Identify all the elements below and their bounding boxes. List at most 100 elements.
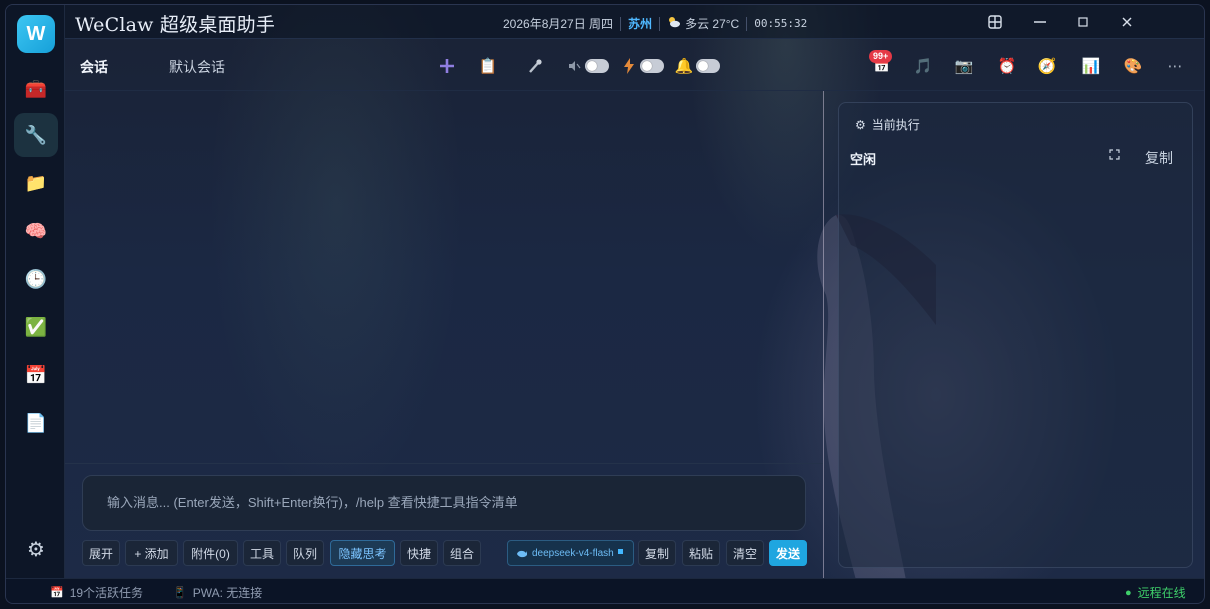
document-icon: 📄: [24, 412, 48, 433]
microphone-button[interactable]: [524, 55, 546, 77]
city-selector[interactable]: 苏州: [628, 15, 652, 32]
sidebar-item-files[interactable]: 📁: [14, 161, 58, 205]
notification-button[interactable]: 🔔: [673, 55, 695, 77]
sound-toggle[interactable]: [585, 59, 609, 73]
alarm-clock-icon: ⏰: [997, 58, 1017, 75]
toolbox-icon: 🧰: [24, 78, 48, 99]
execution-status: 空闲: [850, 152, 877, 167]
quick-mode-toggle[interactable]: [640, 59, 664, 73]
fullscreen-button[interactable]: [1109, 149, 1120, 163]
sidebar-item-documents[interactable]: 📄: [14, 401, 58, 445]
fullscreen-icon: [1109, 149, 1120, 160]
whale-icon: [517, 550, 527, 557]
minimize-icon: [1034, 21, 1046, 23]
compass-button[interactable]: 🧭: [1036, 55, 1058, 77]
shortcuts-button[interactable]: 快捷: [400, 540, 438, 566]
stats-button[interactable]: 📊: [1080, 55, 1102, 77]
chat-messages-area[interactable]: [65, 91, 823, 463]
quick-mode-button[interactable]: [618, 55, 640, 77]
camera-button[interactable]: 📷: [953, 55, 975, 77]
more-button[interactable]: ⋯: [1164, 55, 1186, 77]
sidebar-item-tasks[interactable]: ✅: [14, 305, 58, 349]
layout-icon: [988, 15, 1002, 29]
maximize-icon: [1078, 17, 1088, 27]
clipboard-icon: 📋: [478, 58, 498, 75]
queue-button[interactable]: 队列: [286, 540, 324, 566]
sidebar-item-calendar[interactable]: 📅: [14, 353, 58, 397]
more-icon: ⋯: [1167, 58, 1183, 75]
bar-chart-icon: 📊: [1081, 58, 1101, 75]
plus-icon: [440, 59, 454, 73]
expand-button[interactable]: 展开: [82, 540, 120, 566]
folder-icon: 📁: [24, 172, 48, 193]
tools-button[interactable]: 工具: [243, 540, 281, 566]
new-chat-button[interactable]: [436, 55, 458, 77]
clock-text: 00:55:32: [754, 17, 808, 30]
attachments-button[interactable]: 附件(0): [183, 540, 238, 566]
app-title: WeClaw 超级桌面助手: [75, 14, 276, 36]
hide-thinking-button[interactable]: 隐藏思考: [330, 540, 395, 566]
wrench-icon: 🔧: [24, 124, 48, 145]
close-icon: [1122, 17, 1132, 27]
camera-icon: 📷: [954, 58, 974, 75]
theme-button[interactable]: 🎨: [1122, 55, 1144, 77]
speaker-mute-icon: [569, 61, 581, 71]
composer: 输入消息... (Enter发送，Shift+Enter换行)，/help 查看…: [65, 463, 823, 580]
calendar-icon: 📅: [50, 587, 64, 599]
clipboard-button[interactable]: 📋: [477, 55, 499, 77]
brain-icon: 🧠: [24, 220, 48, 241]
message-input[interactable]: 输入消息... (Enter发送，Shift+Enter换行)，/help 查看…: [82, 475, 806, 531]
weather-text: 多云 27°C: [685, 17, 740, 31]
copy-button[interactable]: 复制: [638, 540, 676, 566]
date-text: 2026年8月27日 周四: [503, 17, 614, 31]
paste-button[interactable]: 粘贴: [682, 540, 720, 566]
send-button[interactable]: 发送: [769, 540, 807, 566]
app-logo[interactable]: W: [17, 15, 55, 53]
pwa-status[interactable]: 📱 PWA: 无连接: [173, 584, 262, 601]
header-status: 2026年8月27日 周四 苏州 多云 27°C 00:55:32: [503, 15, 807, 32]
sidebar-item-settings[interactable]: ⚙: [14, 527, 58, 571]
pwa-status-text: PWA: 无连接: [192, 586, 263, 600]
tab-conversation[interactable]: 会话: [80, 57, 108, 77]
sidebar-item-memory[interactable]: 🧠: [14, 209, 58, 253]
maximize-button[interactable]: [1071, 11, 1095, 33]
sidebar-item-tools[interactable]: 🔧: [14, 113, 58, 157]
panel-copy-button[interactable]: 复制: [1145, 148, 1173, 168]
palette-icon: 🎨: [1123, 58, 1143, 75]
notification-badge: 99+: [869, 50, 893, 63]
active-tasks-text: 19个活跃任务: [69, 586, 144, 600]
sidebar-item-history[interactable]: 🕒: [14, 257, 58, 301]
gear-icon: ⚙: [27, 538, 45, 561]
online-dot-icon: ●: [1125, 586, 1132, 599]
close-button[interactable]: [1115, 11, 1139, 33]
model-selector[interactable]: deepseek-v4-flash: [507, 540, 634, 566]
layout-button[interactable]: [983, 11, 1007, 33]
panel-header: ⚙ 当前执行: [855, 116, 920, 133]
separator: [620, 16, 622, 31]
music-button[interactable]: 🎵: [912, 55, 934, 77]
minimize-button[interactable]: [1028, 11, 1052, 33]
left-sidebar: W 🧰 🔧 📁 🧠 🕒 ✅ 📅 📄 ⚙: [6, 5, 65, 580]
panel-divider[interactable]: [823, 91, 824, 580]
active-tasks-status[interactable]: 📅 19个活跃任务: [50, 584, 143, 601]
panel-title: 当前执行: [871, 118, 920, 132]
sidebar-item-toolbox[interactable]: 🧰: [14, 67, 58, 111]
add-button[interactable]: + 添加: [125, 540, 178, 566]
phone-icon: 📱: [173, 587, 187, 599]
current-execution-panel: ⚙ 当前执行 空闲 复制: [838, 102, 1193, 568]
calendar-icon: 📅: [24, 364, 48, 385]
top-nav: 会话 默认会话 📋 🔔 📅 99+ 🎵 📷 ⏰ 🧭 📊 🎨 ⋯: [65, 39, 1204, 91]
model-name: deepseek-v4-flash: [532, 547, 614, 559]
microphone-icon: [529, 59, 542, 73]
remote-status[interactable]: ● 远程在线: [1125, 584, 1186, 601]
app-window: W 🧰 🔧 📁 🧠 🕒 ✅ 📅 📄 ⚙ WeClaw 超级桌面助手 2026年8…: [5, 4, 1205, 604]
alarm-button[interactable]: ⏰: [996, 55, 1018, 77]
compass-icon: 🧭: [1037, 58, 1057, 75]
session-name[interactable]: 默认会话: [169, 57, 225, 77]
mute-toggle-button[interactable]: [563, 55, 585, 77]
notification-toggle[interactable]: [696, 59, 720, 73]
clear-button[interactable]: 清空: [726, 540, 764, 566]
logo-letter: W: [26, 22, 46, 45]
title-bar: WeClaw 超级桌面助手 2026年8月27日 周四 苏州 多云 27°C 0…: [65, 5, 1204, 39]
combine-button[interactable]: 组合: [443, 540, 481, 566]
